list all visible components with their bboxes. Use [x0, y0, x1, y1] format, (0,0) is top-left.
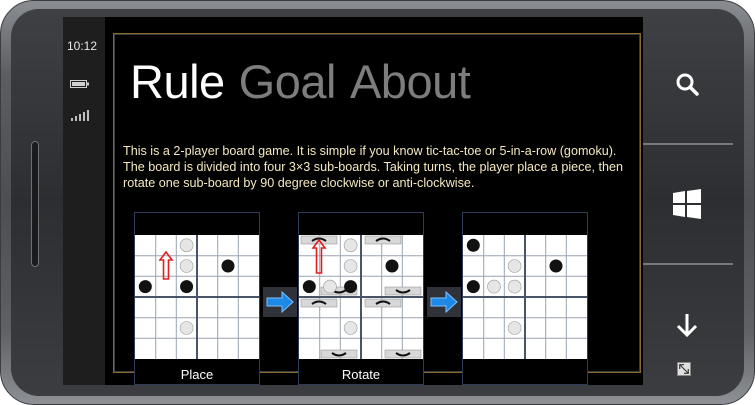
right-arrow-icon	[263, 287, 297, 317]
search-icon	[676, 73, 699, 96]
search-button[interactable]	[641, 25, 733, 145]
side-slot	[31, 141, 39, 267]
hardware-buttons	[641, 15, 741, 392]
place-panel: Place	[134, 212, 260, 385]
rule-illustration: Place Rotate	[123, 212, 614, 385]
pivot-tab-about[interactable]: About	[350, 54, 471, 109]
rule-description: This is a 2-player board game. It is sim…	[123, 144, 623, 190]
pivot-tab-rule[interactable]: Rule	[130, 54, 225, 109]
start-button[interactable]	[641, 145, 733, 265]
pivot-tab-goal[interactable]: Goal	[239, 54, 337, 109]
phone-frame: 10:12 Rule Goal About This is a 2-player…	[0, 0, 755, 405]
board-before	[135, 235, 259, 359]
right-arrow-icon	[427, 287, 461, 317]
pivot-header: Rule Goal About	[130, 54, 484, 112]
board-after-svg	[463, 235, 587, 359]
rotate-caption: Rotate	[341, 367, 381, 382]
status-bar: 10:12	[63, 17, 105, 385]
board-after	[463, 235, 587, 359]
windows-logo-icon	[673, 189, 701, 219]
board-rotating-svg	[299, 235, 423, 359]
battery-icon	[70, 80, 89, 88]
rule-content: This is a 2-player board game. It is sim…	[123, 143, 629, 385]
resize-icon[interactable]	[677, 362, 691, 376]
place-caption: Place	[180, 367, 214, 382]
back-arrow-icon	[676, 314, 698, 338]
signal-icon	[71, 110, 89, 121]
board-before-svg	[135, 235, 259, 359]
clock: 10:12	[67, 39, 98, 53]
board-rotating	[299, 235, 423, 359]
app-page: Rule Goal About This is a 2-player board…	[113, 33, 691, 385]
screen: 10:12 Rule Goal About This is a 2-player…	[63, 17, 691, 385]
rotate-panel: Rotate	[298, 212, 424, 385]
result-panel	[462, 212, 588, 385]
